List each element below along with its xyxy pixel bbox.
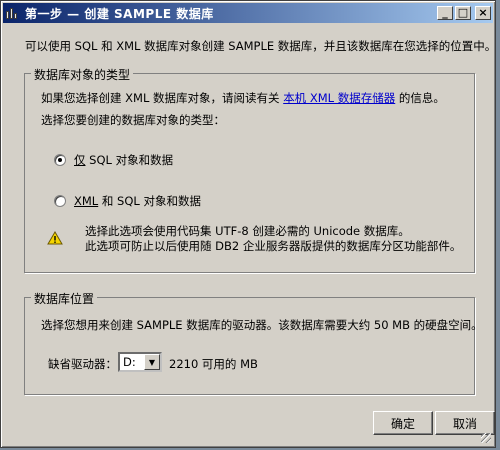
warning-icon xyxy=(47,231,63,245)
ok-button[interactable]: 确定 xyxy=(373,411,433,435)
drive-description: 选择您想用来创建 SAMPLE 数据库的驱动器。该数据库需要大约 50 MB 的… xyxy=(41,318,483,332)
xml-info-prefix: 如果您选择创建 XML 数据库对象，请阅读有关 xyxy=(41,91,280,105)
window-title: 第一步 — 创建 SAMPLE 数据库 xyxy=(25,6,214,21)
db2-app-icon xyxy=(6,6,20,20)
radio-sql-only[interactable]: 仅 SQL 对象和数据 xyxy=(54,152,173,168)
object-type-prompt: 选择您要创建的数据库对象的类型： xyxy=(41,113,225,127)
unicode-warning-line1: 选择此选项会使用代码集 UTF-8 创建必需的 Unicode 数据库。 xyxy=(85,224,410,238)
database-location-legend: 数据库位置 xyxy=(31,290,98,307)
radio-xml-and-sql-control[interactable] xyxy=(54,195,66,207)
radio-xml-and-sql[interactable]: XML 和 SQL 对象和数据 xyxy=(54,193,201,209)
title-bar[interactable]: 第一步 — 创建 SAMPLE 数据库 _ □ × xyxy=(3,3,493,23)
dialog-window: 第一步 — 创建 SAMPLE 数据库 _ □ × 可以使用 SQL 和 XML… xyxy=(0,0,496,448)
close-button[interactable]: × xyxy=(475,6,491,20)
default-drive-label: 缺省驱动器： xyxy=(48,357,117,371)
intro-text: 可以使用 SQL 和 XML 数据库对象创建 SAMPLE 数据库，并且该数据库… xyxy=(25,39,497,53)
unicode-warning-line2: 此选项可防止以后使用随 DB2 企业服务器版提供的数据库分区功能部件。 xyxy=(85,239,462,253)
database-location-group: 数据库位置 xyxy=(24,290,475,395)
maximize-button[interactable]: □ xyxy=(455,6,471,20)
native-xml-storage-link[interactable]: 本机 XML 数据存储器 xyxy=(283,91,395,105)
xml-info-suffix: 的信息。 xyxy=(398,91,445,105)
default-drive-value: D: xyxy=(123,355,136,369)
dropdown-arrow-icon[interactable]: ▼ xyxy=(144,354,160,370)
default-drive-select[interactable]: D: ▼ xyxy=(118,352,162,372)
radio-sql-only-label: 仅 SQL 对象和数据 xyxy=(74,153,174,167)
radio-sql-only-control[interactable] xyxy=(54,154,66,166)
window-controls: _ □ × xyxy=(437,6,491,20)
object-type-legend: 数据库对象的类型 xyxy=(31,66,134,83)
resize-grip-icon[interactable] xyxy=(481,433,491,443)
minimize-button[interactable]: _ xyxy=(437,6,453,20)
radio-xml-and-sql-label: XML 和 SQL 对象和数据 xyxy=(74,194,201,208)
cancel-button[interactable]: 取消 xyxy=(435,411,495,435)
xml-info-text: 如果您选择创建 XML 数据库对象，请阅读有关 本机 XML 数据存储器 的信息… xyxy=(41,90,445,106)
free-space-text: 2210 可用的 MB xyxy=(169,357,258,371)
